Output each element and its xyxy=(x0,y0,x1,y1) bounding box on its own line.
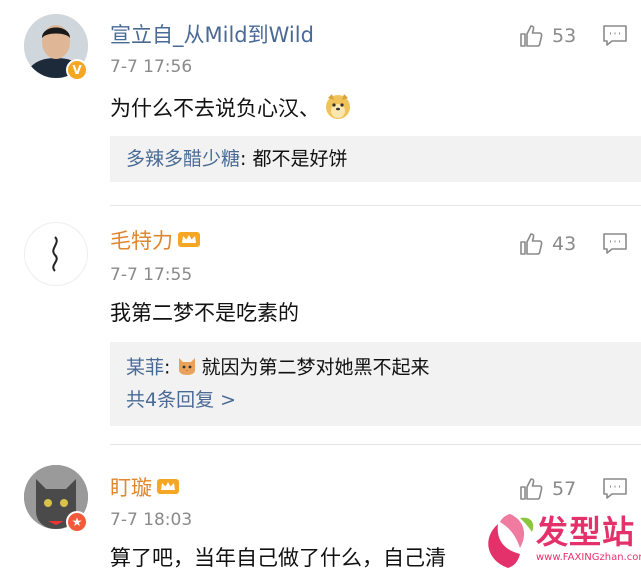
reply-text: 都不是好饼 xyxy=(252,148,348,170)
doge-emoji-icon xyxy=(324,92,352,127)
thumbs-up-icon xyxy=(520,478,543,500)
watermark: 发型站 www.FAXINGzhan.com xyxy=(480,510,641,576)
more-replies-link[interactable]: 共4条回复 > xyxy=(126,388,236,412)
comment-item: 毛特力 7-7 17:55 我第二梦不是吃素的 43 某菲: 就因为第二梦对她黑… xyxy=(0,206,641,444)
reply-author[interactable]: 多辣多醋少糖 xyxy=(126,148,240,170)
like-count: 43 xyxy=(552,233,577,255)
avatar[interactable] xyxy=(24,222,88,286)
reply-separator: : xyxy=(240,148,253,170)
author-name-row: 盯璇 xyxy=(110,475,180,502)
reply-button[interactable] xyxy=(602,477,628,505)
like-button[interactable]: 57 xyxy=(518,475,576,503)
comment-time: 7-7 17:56 xyxy=(110,57,193,77)
flower-logo-icon xyxy=(488,514,534,568)
comment-bubble-icon xyxy=(603,478,627,499)
reply-button[interactable] xyxy=(602,232,628,260)
like-count: 57 xyxy=(552,478,577,500)
thumbs-up-icon xyxy=(520,233,543,255)
member-crown-icon xyxy=(177,229,201,255)
reply-preview[interactable]: 多辣多醋少糖: 都不是好饼 xyxy=(110,136,641,182)
comment-bubble-icon xyxy=(603,25,627,46)
comment-time: 7-7 17:55 xyxy=(110,265,193,285)
verified-badge-icon: V xyxy=(66,59,88,81)
reply-separator: : xyxy=(164,356,177,379)
cat-emoji-icon xyxy=(176,354,198,382)
squiggle-avatar-icon xyxy=(52,236,58,272)
author-name[interactable]: 盯璇 xyxy=(110,476,152,500)
author-name[interactable]: 宣立自_从Mild到Wild xyxy=(110,22,314,48)
reply-text: 就因为第二梦对她黑不起来 xyxy=(201,356,430,379)
comment-text: 我第二梦不是吃素的 xyxy=(110,301,299,325)
reply-line: 某菲: 就因为第二梦对她黑不起来 xyxy=(126,354,429,382)
like-button[interactable]: 53 xyxy=(518,22,576,50)
author-name-row: 毛特力 xyxy=(110,228,201,255)
comment-text: 算了吧，当年自己做了什么，自己清 xyxy=(110,546,446,570)
comment-item: V 宣立自_从Mild到Wild 7-7 17:56 为什么不去说负心汉、 53… xyxy=(0,0,641,205)
like-button[interactable]: 43 xyxy=(518,230,576,258)
author-name[interactable]: 毛特力 xyxy=(110,229,173,253)
reply-line: 多辣多醋少糖: 都不是好饼 xyxy=(126,147,347,171)
reply-author[interactable]: 某菲 xyxy=(126,357,164,379)
watermark-brand: 发型站 xyxy=(536,513,636,551)
comment-text: 为什么不去说负心汉、 xyxy=(110,92,352,127)
reply-preview[interactable]: 某菲: 就因为第二梦对她黑不起来 共4条回复 > xyxy=(110,342,641,426)
like-count: 53 xyxy=(552,25,577,47)
thumbs-up-icon xyxy=(520,25,543,47)
member-crown-icon xyxy=(156,476,180,502)
comment-text-content: 为什么不去说负心汉、 xyxy=(110,96,320,121)
reply-button[interactable] xyxy=(602,24,628,52)
watermark-url: www.FAXINGzhan.com xyxy=(536,552,641,563)
star-badge-icon: ★ xyxy=(66,511,88,533)
comment-time: 7-7 18:03 xyxy=(110,510,193,530)
comment-bubble-icon xyxy=(603,233,627,254)
